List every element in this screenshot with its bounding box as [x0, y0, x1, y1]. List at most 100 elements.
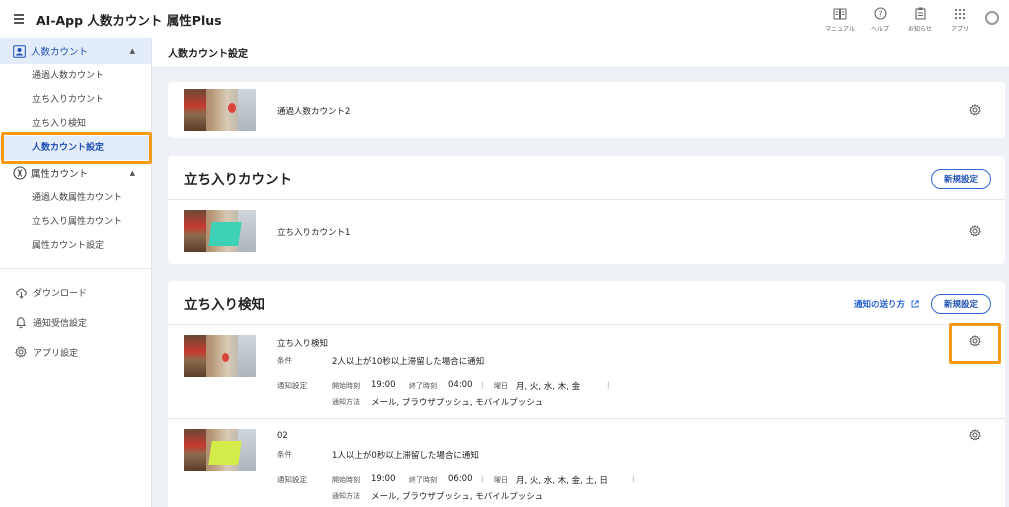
sidebar-item-download[interactable]: ダウンロード	[0, 277, 151, 307]
bell-icon	[14, 315, 28, 329]
condition-label: 条件	[277, 450, 292, 459]
new-setting-button[interactable]: 新規設定	[931, 169, 991, 189]
caret-up-icon: ▲	[129, 169, 135, 177]
notice-button[interactable]: お知らせ	[901, 5, 939, 33]
app-title: AI-App 人数カウント 属性Plus	[36, 12, 222, 28]
section-title: 立ち入りカウント	[184, 171, 292, 188]
notice-icon	[914, 5, 926, 22]
sidebar-item-attr-settings[interactable]: 属性カウント設定	[0, 234, 151, 258]
start-time: 19:00	[371, 380, 396, 390]
sidebar-item-label: 通知受信設定	[33, 318, 88, 329]
pass-count-card: 通過人数カウント2	[168, 82, 1005, 138]
camera-thumbnail	[184, 89, 256, 131]
sidebar-item-label: ダウンロード	[33, 288, 88, 299]
download-icon	[14, 285, 28, 299]
caret-up-icon: ▲	[129, 47, 135, 55]
header-icons: マニュアル ? ヘルプ お知らせ アプリ	[819, 5, 999, 33]
method-label: 通知方法	[332, 492, 360, 500]
condition-label: 条件	[277, 356, 292, 365]
start-label: 開始時刻	[332, 382, 360, 390]
avatar[interactable]	[985, 11, 999, 25]
entry-count-card: 立ち入りカウント 新規設定 立ち入りカウント1	[168, 156, 1005, 264]
highlight-box	[1, 132, 152, 164]
help-icon: ?	[873, 5, 887, 22]
camera-thumbnail	[184, 335, 256, 377]
manual-icon	[833, 5, 847, 22]
camera-thumbnail	[184, 210, 256, 252]
people-count-icon	[12, 44, 27, 59]
top-bar: AI-App 人数カウント 属性Plus マニュアル ? ヘルプ お知らせ アプ…	[0, 0, 1009, 38]
apps-label: アプリ	[950, 26, 969, 33]
list-item: 立ち入りカウント1	[168, 200, 1005, 262]
sidebar-item-pass-attr-count[interactable]: 通過人数属性カウント	[0, 186, 151, 210]
gear-icon	[14, 345, 28, 359]
zone-marker	[208, 222, 242, 246]
sidebar-item-entry-count[interactable]: 立ち入りカウント	[0, 88, 151, 112]
external-link-icon	[911, 300, 919, 308]
svg-text:?: ?	[878, 9, 882, 18]
days-value: 月, 火, 水, 木, 金	[516, 382, 581, 392]
separator: |	[607, 381, 610, 389]
row-name: 立ち入り検知	[277, 339, 329, 349]
sidebar: 人数カウント ▲ 通過人数カウント 立ち入りカウント 立ち入り検知 人数カウント…	[0, 38, 152, 507]
separator: |	[632, 475, 635, 483]
methods-value: メール, ブラウザプッシュ, モバイルプッシュ	[371, 398, 544, 408]
list-item: 立ち入り検知 条件 2人以上が10秒以上滞留した場合に通知 通知設定 開始時刻 …	[168, 325, 1005, 419]
sidebar-item-app-settings[interactable]: アプリ設定	[0, 337, 151, 367]
attribute-count-icon	[12, 166, 27, 181]
manual-label: マニュアル	[825, 26, 855, 33]
section-title-row: 立ち入り検知 通知の送り方 新規設定	[168, 281, 1005, 325]
manual-button[interactable]: マニュアル	[821, 5, 859, 33]
apps-button[interactable]: アプリ	[941, 5, 979, 33]
day-label: 曜日	[494, 476, 508, 484]
sidebar-group-label: 人数カウント	[31, 47, 89, 58]
sidebar-item-pass-count[interactable]: 通過人数カウント	[0, 64, 151, 88]
end-time: 06:00	[448, 474, 473, 484]
gear-icon[interactable]	[969, 104, 981, 116]
notify-help-link[interactable]: 通知の送り方	[854, 298, 919, 310]
section-title-row: 立ち入りカウント 新規設定	[168, 156, 1005, 200]
sidebar-item-entry-attr-count[interactable]: 立ち入り属性カウント	[0, 210, 151, 234]
highlight-box	[949, 323, 1001, 364]
zone-marker	[222, 353, 229, 362]
row-name: 通過人数カウント2	[277, 107, 351, 117]
end-time: 04:00	[448, 380, 473, 390]
menu-icon[interactable]	[14, 12, 24, 27]
day-label: 曜日	[494, 382, 508, 390]
sidebar-divider	[0, 268, 151, 269]
gear-icon[interactable]	[969, 429, 981, 441]
gear-icon[interactable]	[969, 225, 981, 237]
camera-thumbnail	[184, 429, 256, 471]
end-label: 終了時刻	[409, 476, 437, 484]
row-name: 02	[277, 431, 288, 441]
sidebar-item-notify-settings[interactable]: 通知受信設定	[0, 307, 151, 337]
condition-value: 1人以上が0秒以上滞留した場合に通知	[332, 451, 479, 461]
separator: |	[481, 475, 484, 483]
condition-value: 2人以上が10秒以上滞留した場合に通知	[332, 357, 485, 367]
new-setting-button[interactable]: 新規設定	[931, 294, 991, 314]
help-button[interactable]: ? ヘルプ	[861, 5, 899, 33]
start-time: 19:00	[371, 474, 396, 484]
sidebar-item-label: アプリ設定	[33, 348, 79, 359]
sidebar-group-people-count[interactable]: 人数カウント ▲	[0, 38, 151, 64]
start-label: 開始時刻	[332, 476, 360, 484]
notify-label: 通知設定	[277, 381, 307, 390]
notice-label: お知らせ	[908, 26, 932, 33]
zone-marker	[208, 441, 242, 465]
help-label: ヘルプ	[870, 26, 889, 33]
entry-detect-card: 立ち入り検知 通知の送り方 新規設定 立ち入り検知 条件 2人以上が10秒以上滞…	[168, 281, 1005, 507]
end-label: 終了時刻	[409, 382, 437, 390]
days-value: 月, 火, 水, 木, 金, 土, 日	[516, 476, 608, 486]
method-label: 通知方法	[332, 398, 360, 406]
page-title: 人数カウント設定	[152, 38, 1009, 68]
apps-icon	[954, 5, 966, 22]
notify-label: 通知設定	[277, 475, 307, 484]
methods-value: メール, ブラウザプッシュ, モバイルプッシュ	[371, 492, 544, 502]
separator: |	[481, 381, 484, 389]
zone-marker	[228, 103, 236, 113]
row-name: 立ち入りカウント1	[277, 228, 351, 238]
main-content: 人数カウント設定 通過人数カウント2 立ち入りカウント 新規設定 立ち入りカウン…	[152, 38, 1009, 507]
list-item: 02 条件 1人以上が0秒以上滞留した場合に通知 通知設定 開始時刻 19:00…	[168, 419, 1005, 507]
section-title: 立ち入り検知	[184, 296, 265, 313]
sidebar-group-label: 属性カウント	[31, 169, 89, 180]
